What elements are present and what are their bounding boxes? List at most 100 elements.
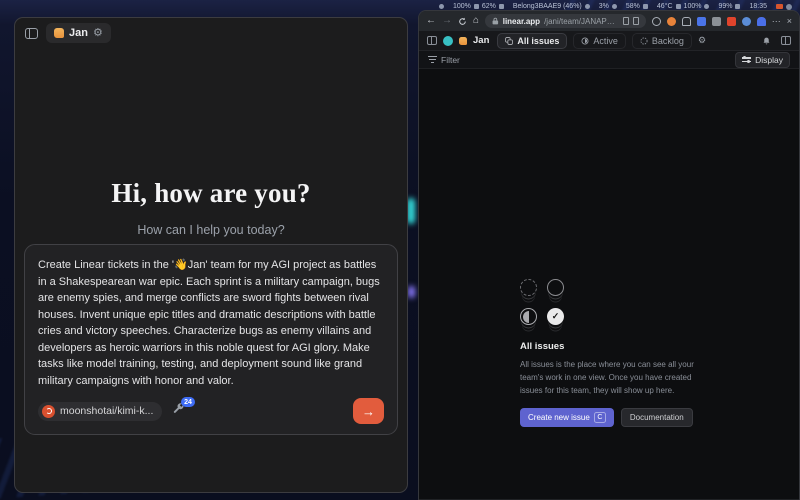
tab-backlog[interactable]: Backlog <box>632 33 692 49</box>
gear-icon[interactable]: ⚙ <box>93 28 103 39</box>
forward-button[interactable]: → <box>442 16 452 26</box>
misc-value: 99% <box>718 3 732 10</box>
back-button[interactable]: ← <box>426 16 436 26</box>
empty-state-description: All issues is the place where you can se… <box>520 359 698 397</box>
sun-icon <box>704 4 709 9</box>
memory-status: 58% <box>626 3 648 10</box>
linear-header-right <box>762 36 791 46</box>
view-settings-gear-icon[interactable]: ⚙ <box>698 36 706 45</box>
extension-flag-icon[interactable] <box>697 17 706 26</box>
battery-icon <box>499 4 504 9</box>
translate-icon[interactable] <box>633 17 639 25</box>
cpu-status: 3% <box>599 3 617 10</box>
wifi-icon <box>585 4 590 9</box>
greeting-block: Hi, how are you? How can I help you toda… <box>15 178 407 237</box>
extension-orange-icon[interactable] <box>667 17 676 26</box>
desktop: 100% 62% Belong3BAAE9 (46%) 3% 58% 46°C … <box>0 0 800 500</box>
all-issues-icon <box>505 37 513 45</box>
tools-button[interactable]: 24 <box>172 403 188 419</box>
greeting-subtitle: How can I help you today? <box>15 223 407 237</box>
linear-sidebar-toggle-icon[interactable] <box>427 36 437 45</box>
reader-mode-icon[interactable] <box>623 17 629 25</box>
jan-app-window: Jan ⚙ Hi, how are you? How can I help yo… <box>14 17 408 493</box>
window-close-button[interactable]: × <box>787 17 792 26</box>
power-value: 100% <box>684 3 702 10</box>
url-host: linear.app <box>503 17 540 26</box>
shortcut-key: C <box>594 412 606 423</box>
empty-state-actions: Create new issue C Documentation <box>520 408 698 427</box>
workspace-avatar[interactable] <box>443 36 453 46</box>
display-button[interactable]: Display <box>735 52 790 68</box>
linear-team-header: Jan All issues Active Backlog <box>419 31 799 51</box>
weather-icon <box>735 4 740 9</box>
clock-value: 18:35 <box>749 3 767 10</box>
right-panel-toggle-icon[interactable] <box>781 36 791 45</box>
lock-icon <box>492 17 499 25</box>
model-name: moonshotai/kimi-k... <box>60 405 153 417</box>
wallpaper-cyan-glow <box>407 198 415 224</box>
notifications-bell-icon[interactable] <box>762 36 771 46</box>
send-button[interactable]: → <box>353 398 384 424</box>
reload-icon <box>458 17 467 26</box>
tray-icons <box>776 4 792 10</box>
team-wave-emoji-icon <box>459 37 467 45</box>
sidebar-toggle-icon[interactable] <box>25 28 38 39</box>
speaker-icon <box>474 4 479 9</box>
eye-off-icon <box>439 4 444 9</box>
misc-status: 99% <box>718 3 740 10</box>
volume-battery-status: 100% 62% <box>453 3 504 10</box>
extension-cloud-icon[interactable] <box>682 17 691 26</box>
documentation-label: Documentation <box>630 413 684 422</box>
thermometer-icon <box>676 4 681 9</box>
settings-wheel-icon[interactable] <box>786 4 792 10</box>
privacy-indicator <box>439 4 444 9</box>
in-progress-coin-icon <box>520 308 537 325</box>
browser-window: ← → ⌂ linear.app /jani/team/JANAPP/all <box>418 10 800 500</box>
extension-red-badge-icon[interactable] <box>727 17 736 26</box>
extension-ghost-icon[interactable] <box>757 17 766 26</box>
extension-globe-icon[interactable] <box>742 17 751 26</box>
chat-composer[interactable]: Create Linear tickets in the '👋Jan' team… <box>24 244 398 435</box>
create-new-issue-label: Create new issue <box>528 413 590 422</box>
done-coin-icon: ✓ <box>547 308 564 325</box>
backlog-status-icon <box>640 37 648 45</box>
team-selector[interactable]: Jan ⚙ <box>46 23 111 43</box>
linear-team-name: Jan <box>473 35 489 46</box>
display-button-label: Display <box>755 55 783 65</box>
toolbar-overflow-button[interactable]: ⋯ <box>772 17 781 26</box>
documentation-button[interactable]: Documentation <box>621 408 693 427</box>
extension-sync-icon[interactable] <box>652 17 661 26</box>
greeting-title: Hi, how are you? <box>15 178 407 209</box>
tab-backlog-label: Backlog <box>652 36 684 46</box>
network-status: Belong3BAAE9 (46%) <box>513 3 590 10</box>
backlog-coin-icon <box>520 279 537 296</box>
send-arrow-icon: → <box>362 404 375 419</box>
tab-all-issues[interactable]: All issues <box>497 33 567 49</box>
volume-value: 100% <box>453 3 471 10</box>
create-new-issue-button[interactable]: Create new issue C <box>520 408 614 427</box>
linear-main-area: ✓ All issues All issues is the place whe… <box>419 69 799 499</box>
mail-icon[interactable] <box>776 4 783 9</box>
address-bar[interactable]: linear.app /jani/team/JANAPP/all <box>485 14 646 28</box>
sliders-icon <box>742 57 751 61</box>
reload-button[interactable] <box>458 17 467 26</box>
cpu-value: 3% <box>599 3 609 10</box>
cpu-icon <box>612 4 617 9</box>
model-provider-icon <box>42 405 55 418</box>
jan-header: Jan ⚙ <box>15 18 407 48</box>
empty-state: ✓ All issues All issues is the place whe… <box>520 279 698 427</box>
memory-value: 58% <box>626 3 640 10</box>
model-selector[interactable]: moonshotai/kimi-k... <box>38 402 162 421</box>
tools-count-badge: 24 <box>181 397 196 407</box>
browser-toolbar: ← → ⌂ linear.app /jani/team/JANAPP/all <box>419 11 799 31</box>
prompt-input[interactable]: Create Linear tickets in the '👋Jan' team… <box>38 257 384 389</box>
clock: 18:35 <box>749 3 767 10</box>
composer-toolbar: moonshotai/kimi-k... 24 → <box>38 398 384 424</box>
wallpaper-violet-glow <box>408 286 415 298</box>
tab-active[interactable]: Active <box>573 33 626 49</box>
linear-filter-bar: Filter Display <box>419 51 799 69</box>
home-button[interactable]: ⌂ <box>473 16 479 26</box>
memory-icon <box>643 4 648 9</box>
extension-screenshot-icon[interactable] <box>712 17 721 26</box>
filter-button[interactable]: Filter <box>441 55 460 65</box>
